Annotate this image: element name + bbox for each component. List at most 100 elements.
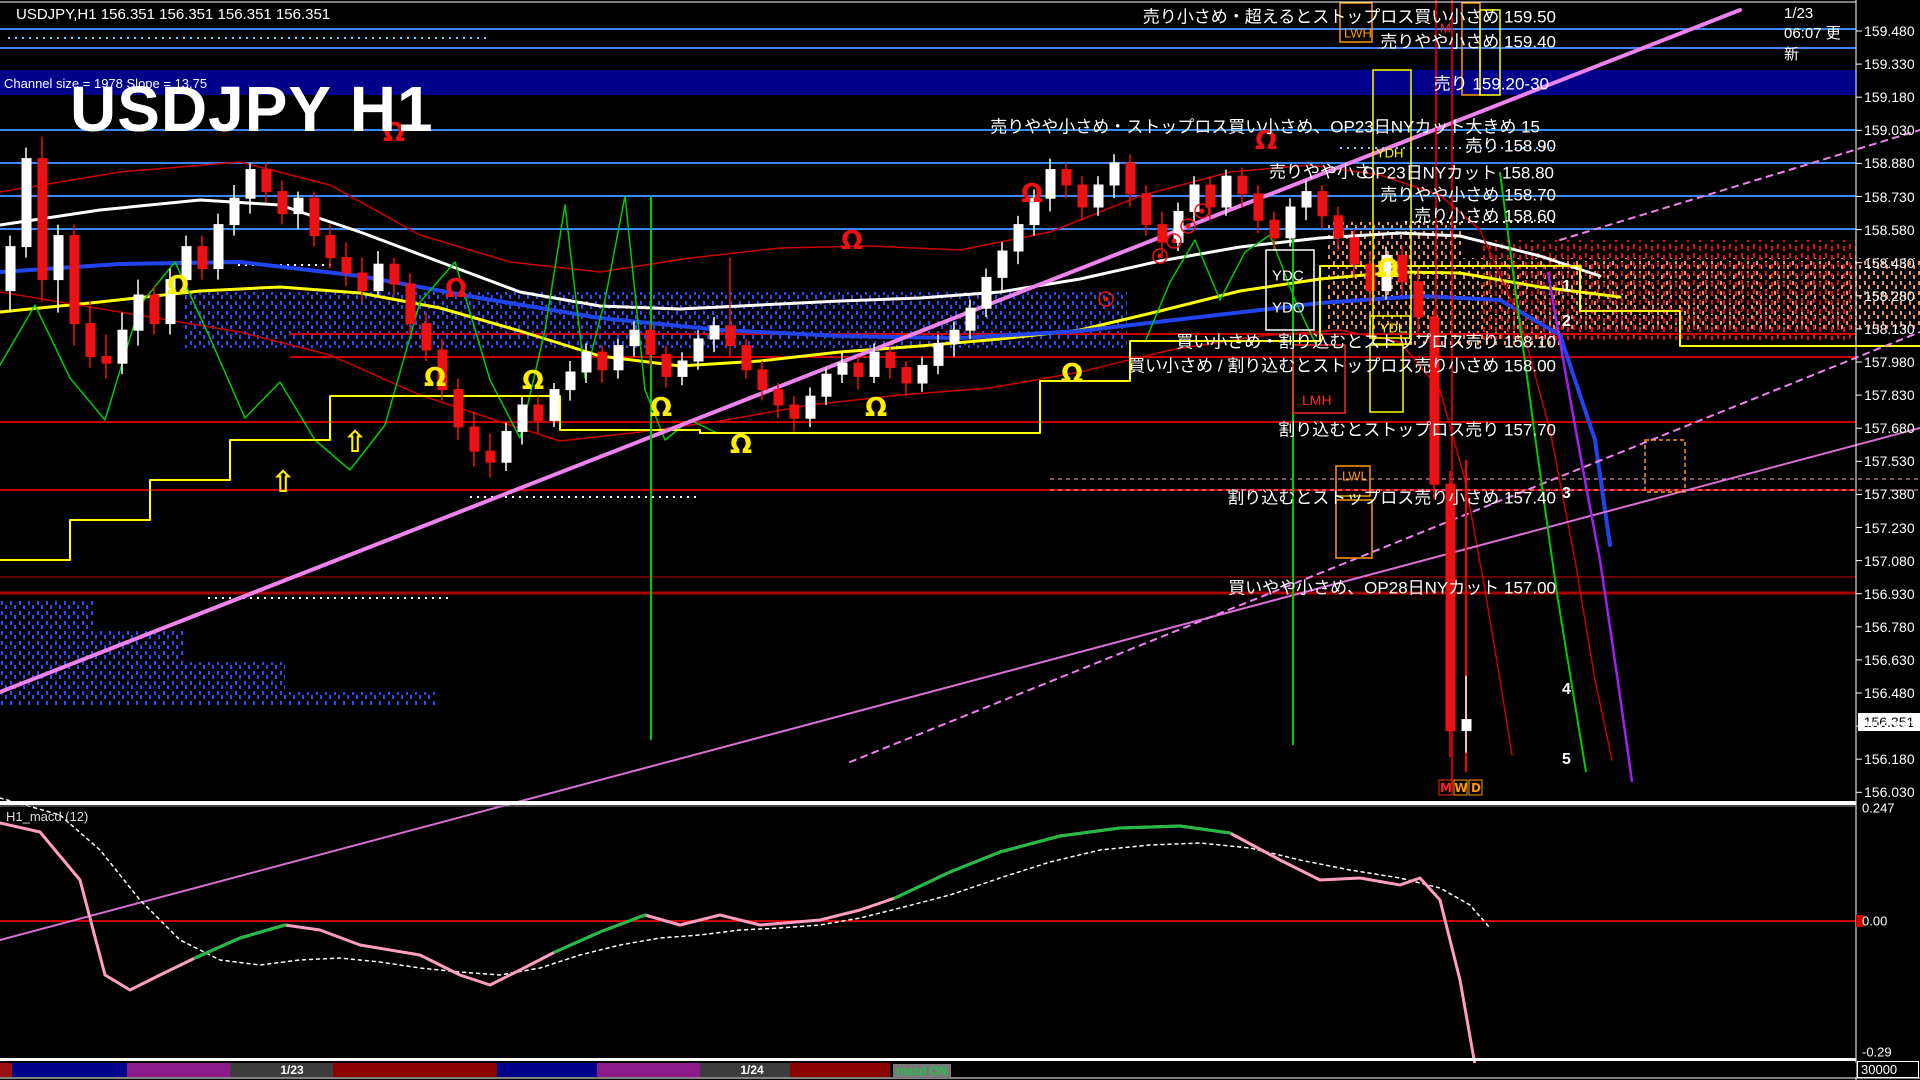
fan-line-number-2: 2 (1562, 314, 1571, 330)
candle-body (918, 365, 927, 383)
signal-mark-⇧: ⇧ (342, 425, 367, 460)
trade-note-annotation: 売りやや小さめ 159.40 (1380, 34, 1556, 51)
signal-mark-Ω: Ω (865, 393, 887, 423)
timeline-segment[interactable] (890, 1063, 1856, 1077)
candle-body (1046, 170, 1055, 199)
candle-body (390, 264, 399, 284)
candle-body (470, 427, 479, 451)
candle-body (134, 295, 143, 330)
candle-body (1014, 225, 1023, 251)
candle-body (998, 251, 1007, 277)
price-tick-label: 156.630 (1864, 653, 1915, 667)
violet-channel-thin (0, 428, 1920, 940)
level-tag-M: M (1440, 22, 1451, 35)
price-tick-label: 159.180 (1864, 90, 1915, 104)
timeline-segment[interactable] (127, 1063, 230, 1077)
price-tick-label: 159.480 (1864, 24, 1915, 38)
signal-mark-M: M (1440, 781, 1452, 795)
candle-body (982, 277, 991, 308)
macd-panel-bottom (0, 1058, 1856, 1061)
price-tick-label: 158.880 (1864, 156, 1915, 170)
price-tick-label: 159.030 (1864, 123, 1915, 137)
range-box (1266, 250, 1314, 330)
fan-line-number-3: 3 (1562, 486, 1571, 502)
trading-chart-window: ΩΩΩΩΩΩΩΩΩΩΩΩΩ⇧⇧MWD USDJPY,H1 156.351 156… (0, 0, 1920, 1080)
signal-mark-Ω: Ω (522, 366, 544, 396)
level-tag-YDC: YDC (1272, 269, 1304, 284)
candle-body (374, 264, 383, 290)
timeline-date-label[interactable]: 1/23 (280, 1064, 303, 1076)
candle-body (1190, 185, 1199, 211)
trade-note-annotation: 売り 159.20-30 (1434, 76, 1549, 93)
candle-body (710, 326, 719, 339)
candle-body (454, 390, 463, 427)
trade-note-annotation: 売り 158.90 (1465, 138, 1556, 155)
volume-readout: 30000 (1857, 1061, 1919, 1078)
channel-info-label: Channel size = 1978 Slope = 13.75 (4, 76, 207, 91)
timeline-segment[interactable] (790, 1063, 890, 1077)
candle-body (598, 352, 607, 370)
candle-body (1398, 255, 1407, 281)
candle-body (1238, 176, 1247, 194)
panel-separator[interactable] (0, 801, 1856, 805)
macd-green-3 (895, 826, 1230, 898)
price-tick-label: 156.930 (1864, 587, 1915, 601)
trade-note-annotation: 買い小さめ / 割り込むとストップロス売り小さめ 158.00 (1128, 358, 1556, 375)
timeline-segment[interactable] (497, 1063, 597, 1077)
timeline-segment[interactable] (333, 1063, 497, 1077)
candle-body (150, 295, 159, 324)
candle-body (38, 159, 47, 280)
candle-body (1286, 207, 1295, 238)
candle-body (902, 368, 911, 383)
candle-body (1318, 192, 1327, 216)
candle-body (1414, 282, 1423, 317)
signal-mark-Ω: Ω (1061, 359, 1083, 389)
candle-body (838, 363, 847, 374)
fan-line-number-5: 5 (1562, 752, 1571, 768)
chart-canvas[interactable]: ΩΩΩΩΩΩΩΩΩΩΩΩΩ⇧⇧MWD (0, 0, 1920, 1080)
price-tick-label: 158.280 (1864, 289, 1915, 303)
trade-note-annotation: 割り込むとストップロス売り小さめ 157.40 (1227, 490, 1556, 507)
candle-body (294, 198, 303, 213)
candle-body (310, 198, 319, 235)
candle-body (230, 198, 239, 224)
price-tick-label: 158.430 (1864, 256, 1915, 270)
macd-toggle-button[interactable]: macd ON (893, 1064, 951, 1078)
signal-mark-W: W (1454, 781, 1467, 795)
candle-body (118, 330, 127, 363)
trade-note-annotation: OP23日NYカット 158.80 (1362, 165, 1554, 182)
candle-body (854, 363, 863, 376)
level-tag-YDL: YDL (1380, 322, 1405, 335)
timeline-segment[interactable] (12, 1063, 127, 1077)
trade-note-annotation: 売りやや小さ (1269, 164, 1371, 181)
price-tick-label: 156.780 (1864, 620, 1915, 634)
macd-tick-label: 0.247 (1862, 802, 1895, 815)
candle-body (70, 236, 79, 324)
timeline-segment[interactable] (0, 1063, 12, 1077)
timeline-date-label[interactable]: 1/24 (740, 1064, 763, 1076)
candle-body (6, 247, 15, 291)
price-tick-label: 156.030 (1864, 785, 1915, 799)
price-tick-label: 157.230 (1864, 521, 1915, 535)
entry-dot (1172, 239, 1177, 244)
candle-body (502, 431, 511, 462)
signal-mark-D: D (1471, 781, 1481, 795)
candle-body (870, 352, 879, 376)
price-tick-label: 156.180 (1864, 752, 1915, 766)
candle-body (518, 405, 527, 431)
candle-body (1270, 220, 1279, 238)
timeline-segment[interactable] (597, 1063, 700, 1077)
macd-tick-label: 0.00 (1862, 915, 1887, 928)
candle-body (1062, 170, 1071, 185)
candle-body (950, 330, 959, 343)
candle-body (54, 236, 63, 280)
price-tick-label: 158.730 (1864, 190, 1915, 204)
candle-body (1110, 163, 1119, 185)
level-tag-YDO: YDO (1272, 301, 1305, 316)
violet-dashed (850, 332, 1920, 762)
purple-drop-curve (1548, 272, 1632, 782)
green-zigzag-right (1145, 235, 1315, 343)
fan-line-number-1: 1 (1562, 279, 1571, 295)
candle-body (614, 346, 623, 370)
price-tick-label: 156.330 (1864, 719, 1915, 733)
